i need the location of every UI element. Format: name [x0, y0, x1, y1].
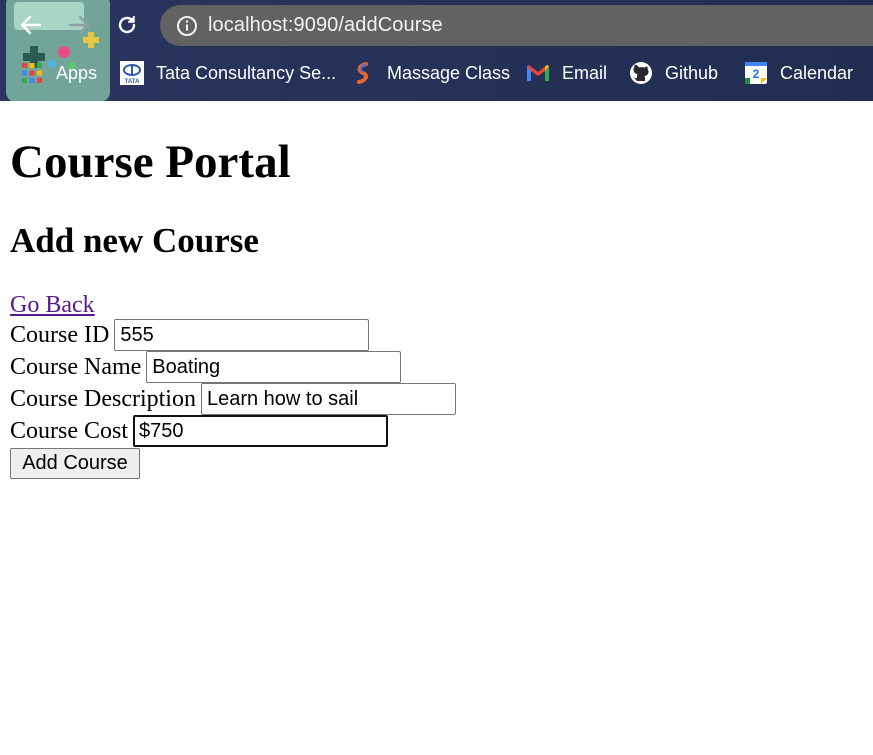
- arrow-right-icon: [68, 15, 90, 35]
- course-cost-input[interactable]: [133, 415, 389, 447]
- course-description-input[interactable]: [200, 383, 456, 415]
- tata-logo-icon: TATA: [120, 61, 144, 85]
- address-bar[interactable]: localhost:9090/addCourse: [160, 5, 873, 46]
- course-description-label: Course Description: [10, 386, 196, 412]
- course-name-input[interactable]: [146, 351, 402, 383]
- url-text: localhost:9090/addCourse: [208, 14, 443, 36]
- bookmark-label: Apps: [56, 62, 98, 83]
- course-description-row: Course Description: [10, 383, 456, 415]
- course-name-row: Course Name: [10, 351, 402, 383]
- course-cost-row: Course Cost: [10, 415, 389, 447]
- bookmark-github[interactable]: Github: [629, 58, 718, 88]
- add-course-button[interactable]: Add Course: [10, 448, 140, 479]
- calendar-day-number: 2: [753, 67, 760, 81]
- reload-icon: [118, 16, 136, 34]
- browser-chrome: localhost:9090/addCourse Apps TATA Tata …: [0, 0, 873, 101]
- apps-grid-icon: [20, 61, 44, 85]
- course-id-label: Course ID: [10, 322, 110, 348]
- forward-button[interactable]: [64, 10, 94, 40]
- bookmark-label: Massage Class: [387, 62, 511, 83]
- course-name-label: Course Name: [10, 354, 142, 380]
- page-title: Course Portal: [10, 136, 291, 188]
- course-id-input[interactable]: [114, 319, 370, 351]
- page-subtitle: Add new Course: [10, 221, 259, 260]
- bookmark-calendar[interactable]: 2 Calendar: [744, 58, 853, 88]
- bookmark-label: Email: [562, 62, 608, 83]
- bookmark-email[interactable]: Email: [526, 58, 607, 88]
- course-id-row: Course ID: [10, 319, 370, 351]
- go-back-link[interactable]: Go Back: [10, 291, 95, 319]
- gmail-icon: [526, 61, 550, 85]
- calendar-icon: 2: [744, 61, 768, 85]
- bookmark-tata[interactable]: TATA Tata Consultancy Se...: [120, 58, 336, 88]
- reload-button[interactable]: [112, 10, 142, 40]
- github-icon: [629, 61, 653, 85]
- massage-s-icon: [351, 61, 375, 85]
- bookmarks-bar: Apps TATA Tata Consultancy Se... Massage…: [0, 58, 873, 88]
- bookmark-label: Calendar: [780, 62, 854, 83]
- svg-text:TATA: TATA: [125, 79, 140, 85]
- back-button[interactable]: [16, 10, 46, 40]
- arrow-left-icon: [20, 15, 42, 35]
- bookmark-apps[interactable]: Apps: [20, 58, 97, 88]
- bookmark-massage-class[interactable]: Massage Class: [351, 58, 510, 88]
- info-icon[interactable]: [176, 15, 198, 37]
- bookmark-label: Tata Consultancy Se...: [156, 62, 337, 83]
- bookmark-label: Github: [665, 62, 719, 83]
- course-cost-label: Course Cost: [10, 418, 129, 444]
